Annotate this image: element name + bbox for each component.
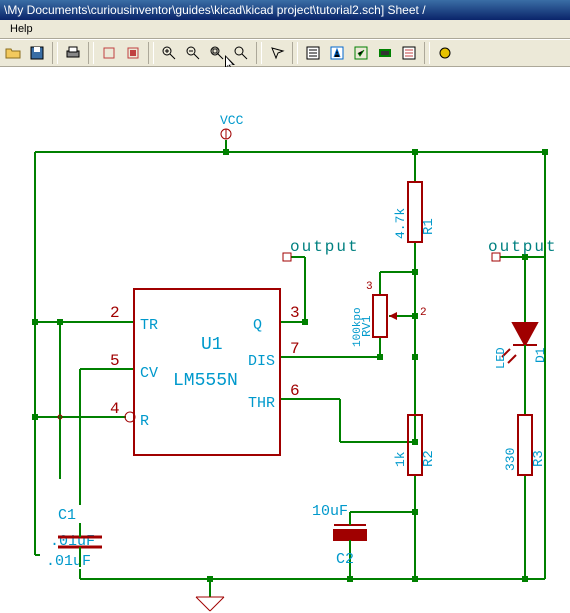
component-r3 <box>518 415 532 475</box>
rv1-value: 100kpo <box>352 307 364 347</box>
rv1-pin3: 3 <box>366 281 373 293</box>
undo-button[interactable] <box>98 42 120 64</box>
cvpcb-button[interactable] <box>374 42 396 64</box>
annotate-button[interactable] <box>326 42 348 64</box>
window-title: \My Documents\curiousinventor\guides\kic… <box>4 3 426 17</box>
menu-bar: Help <box>0 20 570 39</box>
r2-value: 1k <box>393 451 408 467</box>
erc-button[interactable] <box>350 42 372 64</box>
menu-help[interactable]: Help <box>4 21 39 37</box>
component-r2 <box>408 415 422 475</box>
r2-ref: R2 <box>421 450 437 467</box>
r3-value: 330 <box>503 448 518 471</box>
schematic-canvas[interactable]: VCC output output U1 LM555N 2 5 4 3 7 6 … <box>0 67 570 613</box>
component-rv1 <box>373 295 397 337</box>
c2-ref: C2 <box>336 551 354 568</box>
zoom-redraw-button[interactable] <box>230 42 252 64</box>
netlist-button[interactable] <box>302 42 324 64</box>
title-bar: \My Documents\curiousinventor\guides\kic… <box>0 0 570 20</box>
run-button[interactable] <box>434 42 456 64</box>
c2-value: 10uF <box>312 503 348 520</box>
rv1-pin2: 2 <box>420 307 427 319</box>
zoom-fit-button[interactable] <box>206 42 228 64</box>
find-button[interactable] <box>266 42 288 64</box>
zoom-in-button[interactable] <box>158 42 180 64</box>
component-c2 <box>334 525 366 540</box>
save-button[interactable] <box>26 42 48 64</box>
zoom-out-button[interactable] <box>182 42 204 64</box>
print-button[interactable] <box>62 42 84 64</box>
c1-value2: .01uF <box>46 553 91 570</box>
c1-ref2: C1 <box>58 507 76 524</box>
d1-ref: D1 <box>533 347 548 363</box>
component-r1 <box>408 182 422 242</box>
r1-ref: R1 <box>421 218 437 235</box>
redo-button[interactable] <box>122 42 144 64</box>
r3-ref: R3 <box>531 450 547 467</box>
bom-button[interactable] <box>398 42 420 64</box>
r1-value: 4.7k <box>393 208 408 239</box>
open-button[interactable] <box>2 42 24 64</box>
d1-value: LED <box>494 347 508 369</box>
toolbar <box>0 39 570 67</box>
